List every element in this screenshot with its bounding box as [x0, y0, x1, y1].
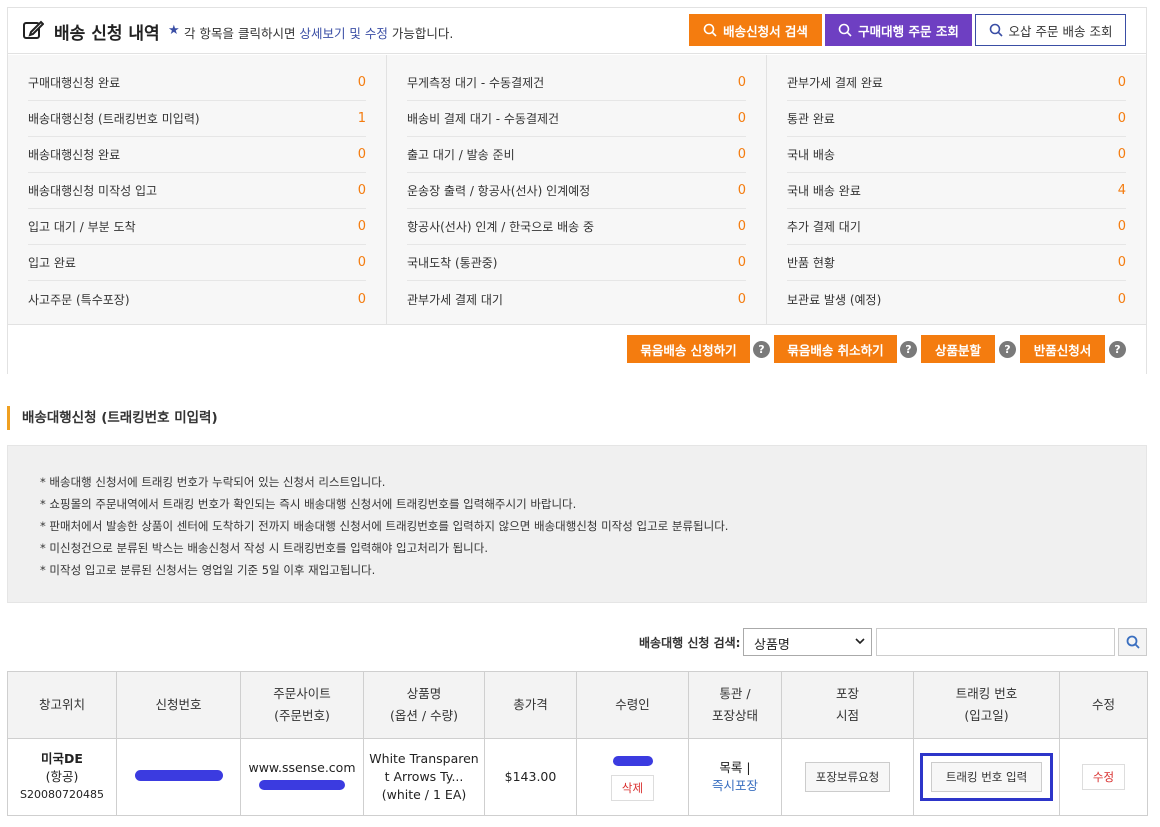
- bundle-apply-button[interactable]: 묶음배송 신청하기: [627, 335, 750, 363]
- search-order-button[interactable]: 배송신청서 검색: [689, 14, 822, 46]
- request-number-cell[interactable]: [116, 738, 241, 816]
- header-hint: 각 항목을 클릭하시면 상세보기 및 수정 가능합니다.: [184, 26, 454, 41]
- warehouse-cell: 미국DE (항공) S20080720485: [7, 738, 117, 816]
- status-item[interactable]: 국내 배송 0: [787, 137, 1126, 173]
- status-item[interactable]: 구매대행신청 완료 0: [28, 65, 366, 101]
- status-item[interactable]: 추가 결제 대기 0: [787, 209, 1126, 245]
- order-status-panel: 배송 신청 내역 ★ 각 항목을 클릭하시면 상세보기 및 수정 가능합니다. …: [7, 7, 1147, 374]
- status-column: 관부가세 결제 완료 0 통관 완료 0 국내 배송 0 국내 배송 완료 4 추가 결…: [767, 55, 1146, 324]
- edit-cell: 수정: [1059, 738, 1148, 816]
- edit-button[interactable]: 수정: [1081, 764, 1126, 790]
- search-bar: 배송대행 신청 검색: 상품명: [0, 628, 1160, 656]
- status-item[interactable]: 항공사(선사) 인계 / 한국으로 배송 중0: [407, 209, 746, 245]
- packing-hold-button[interactable]: 포장보류요청: [804, 762, 891, 792]
- product-cell[interactable]: White Transparen t Arrows Ty... (white /…: [363, 738, 485, 816]
- search-label: 배송대행 신청 검색:: [639, 636, 741, 650]
- column-header: 수령인: [576, 671, 689, 739]
- page-title: 배송 신청 내역: [54, 24, 160, 44]
- star-icon: ★: [168, 23, 180, 38]
- delete-button[interactable]: 삭제: [610, 775, 655, 801]
- status-item[interactable]: 반품 현황 0: [787, 245, 1126, 281]
- search-field-select[interactable]: 상품명: [743, 628, 872, 656]
- redacted-text: [612, 756, 653, 766]
- misdelivery-lookup-button[interactable]: 오삽 주문 배송 조회: [975, 14, 1126, 46]
- section-title: 배송대행신청 (트래킹번호 미입력): [7, 406, 218, 430]
- split-item-button[interactable]: 상품분할: [921, 335, 995, 363]
- purchase-lookup-button[interactable]: 구매대행 주문 조회: [825, 14, 972, 46]
- column-header: 통관 / 포장상태: [688, 671, 782, 739]
- tracking-input-button[interactable]: 트래킹 번호 입력: [930, 762, 1043, 792]
- notice-line: * 미작성 입고로 분류된 신청서는 영업일 기준 5일 이후 재입고됩니다.: [40, 563, 376, 577]
- column-header: 상품명 (옵션 / 수량): [363, 671, 485, 739]
- customs-cell: 목록 | 즉시포장: [688, 738, 782, 816]
- status-item[interactable]: 배송대행신청 (트래킹번호 미입력) 1: [28, 101, 366, 137]
- status-item[interactable]: 입고 대기 / 부분 도착 0: [28, 209, 366, 245]
- return-request-button[interactable]: 반품신청서: [1020, 335, 1105, 363]
- column-header: 총가격: [484, 671, 577, 739]
- status-item[interactable]: 배송비 결제 대기 - 수동결제건 0: [407, 101, 746, 137]
- status-column: 구매대행신청 완료 0 배송대행신청 (트래킹번호 미입력) 1 배송대행신청 완료…: [8, 55, 387, 324]
- search-input[interactable]: [876, 628, 1115, 656]
- table-row[interactable]: 미국DE (항공) S20080720485 www.ssense.com Wh…: [7, 738, 1148, 816]
- status-column: 무게측정 대기 - 수동결제건 0 배송비 결제 대기 - 수동결제건 0 출고 대…: [387, 55, 767, 324]
- status-item[interactable]: 통관 완료 0: [787, 101, 1126, 137]
- panel-header: 배송 신청 내역 ★ 각 항목을 클릭하시면 상세보기 및 수정 가능합니다. …: [8, 8, 1146, 54]
- status-item[interactable]: 관부가세 결제 완료 0: [787, 65, 1126, 101]
- table-header-row: 창고위치 신청번호 주문사이트 (주문번호) 상품명 (옵션 / 수량) 총가격 수…: [7, 671, 1148, 739]
- status-item[interactable]: 사고주문 (특수포장) 0: [28, 281, 366, 317]
- status-item[interactable]: 입고 완료 0: [28, 245, 366, 281]
- order-site-cell[interactable]: www.ssense.com: [240, 738, 364, 816]
- status-item[interactable]: 보관료 발생 (예정) 0: [787, 281, 1126, 317]
- bundle-cancel-button[interactable]: 묶음배송 취소하기: [774, 335, 897, 363]
- column-header: 포장 시점: [781, 671, 914, 739]
- packing-time-cell: 포장보류요청: [781, 738, 914, 816]
- notice-line: * 배송대행 신청서에 트래킹 번호가 누락되어 있는 신청서 리스트입니다.: [40, 475, 386, 489]
- search-icon: [703, 23, 717, 37]
- action-bar: 묶음배송 신청하기 ? 묶음배송 취소하기 ? 상품분할 ? 반품신청서 ?: [8, 326, 1146, 374]
- search-icon: [1126, 635, 1140, 649]
- search-icon: [989, 23, 1003, 37]
- status-grid: 구매대행신청 완료 0 배송대행신청 (트래킹번호 미입력) 1 배송대행신청 완료…: [8, 55, 1146, 325]
- help-icon[interactable]: ?: [999, 341, 1016, 358]
- help-icon[interactable]: ?: [753, 341, 770, 358]
- order-site-link[interactable]: www.ssense.com: [241, 759, 363, 777]
- status-item[interactable]: 국내 배송 완료 4: [787, 173, 1126, 209]
- status-item[interactable]: 배송대행신청 미작성 입고 0: [28, 173, 366, 209]
- orders-table: 창고위치 신청번호 주문사이트 (주문번호) 상품명 (옵션 / 수량) 총가격 수…: [7, 671, 1148, 816]
- help-icon[interactable]: ?: [900, 341, 917, 358]
- column-header: 신청번호: [116, 671, 241, 739]
- notice-line: * 판매처에서 발송한 상품이 센터에 도착하기 전까지 배송대행 신청서에 트…: [40, 519, 729, 533]
- tracking-cell: 트래킹 번호 입력: [913, 738, 1060, 816]
- chevron-down-icon: [855, 638, 865, 645]
- notice-line: * 미신청건으로 분류된 박스는 배송신청서 작성 시 트래킹번호를 입력해야 …: [40, 541, 488, 555]
- column-header: 트래킹 번호 (입고일): [913, 671, 1060, 739]
- status-item[interactable]: 출고 대기 / 발송 준비 0: [407, 137, 746, 173]
- search-button[interactable]: [1118, 628, 1147, 656]
- tracking-highlight: 트래킹 번호 입력: [919, 753, 1054, 801]
- recipient-cell: 삭제: [576, 738, 689, 816]
- column-header: 수정: [1059, 671, 1148, 739]
- price-cell: $143.00: [484, 738, 577, 816]
- notice-line: * 쇼핑몰의 주문내역에서 트래킹 번호가 확인되는 즉시 배송대행 신청서에 …: [40, 497, 577, 511]
- redacted-text: [134, 770, 223, 781]
- notice-box: * 배송대행 신청서에 트래킹 번호가 누락되어 있는 신청서 리스트입니다. …: [7, 445, 1147, 603]
- help-icon[interactable]: ?: [1109, 341, 1126, 358]
- edit-icon: [23, 20, 44, 39]
- status-item[interactable]: 배송대행신청 완료 0: [28, 137, 366, 173]
- column-header: 주문사이트 (주문번호): [240, 671, 364, 739]
- redacted-text: [259, 780, 345, 790]
- search-icon: [838, 23, 852, 37]
- column-header: 창고위치: [7, 671, 117, 739]
- status-item[interactable]: 운송장 출력 / 항공사(선사) 인계예정 0: [407, 173, 746, 209]
- status-item[interactable]: 무게측정 대기 - 수동결제건 0: [407, 65, 746, 101]
- status-item[interactable]: 관부가세 결제 대기 0: [407, 281, 746, 317]
- status-item[interactable]: 국내도착 (통관중) 0: [407, 245, 746, 281]
- packing-status-link[interactable]: 즉시포장: [689, 777, 781, 795]
